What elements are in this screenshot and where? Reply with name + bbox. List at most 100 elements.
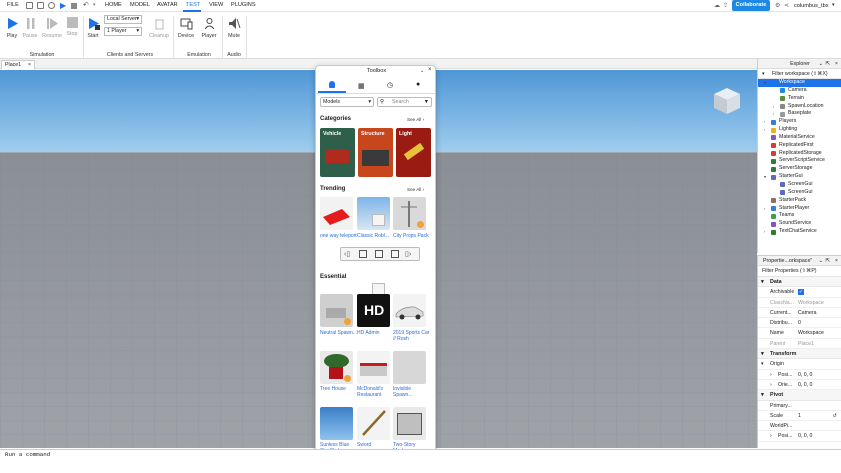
filter-icon[interactable]: ▼	[424, 98, 429, 106]
collapse-chevron-icon[interactable]: ›	[764, 118, 765, 126]
explorer-item[interactable]: Teams	[758, 212, 841, 220]
asset-thumbnail[interactable]: HD	[357, 294, 390, 327]
category-structure[interactable]: Structure	[358, 128, 393, 177]
expand-chevron-icon[interactable]: ▾	[764, 173, 766, 181]
collapse-chevron-icon[interactable]: ›	[773, 103, 774, 111]
asset-name[interactable]: 2019 Sports Car // Rosh	[393, 330, 431, 342]
explorer-filter-input[interactable]: ▾ Filter workspace (⇧⌘X)	[758, 69, 841, 79]
stop-small-icon[interactable]	[71, 3, 77, 9]
resume-button[interactable]: Resume	[40, 17, 64, 39]
property-row[interactable]: Parent Place1	[758, 339, 841, 350]
pause-button[interactable]: Pause	[21, 17, 39, 39]
asset-thumbnail[interactable]	[320, 294, 353, 327]
expand-chevron-icon[interactable]: ›	[770, 431, 772, 441]
asset-thumbnail[interactable]	[357, 351, 390, 384]
cleanup-button[interactable]: Cleanup	[146, 17, 172, 39]
close-icon[interactable]: ×	[835, 256, 838, 266]
property-row[interactable]: ClassNa... Workspace	[758, 298, 841, 308]
explorer-item[interactable]: SoundService	[758, 220, 841, 228]
mute-button[interactable]: Mute	[225, 17, 243, 39]
property-row[interactable]: › Posi... 0, 0, 0	[758, 370, 841, 380]
category-vehicle[interactable]: Vehicle	[320, 128, 355, 177]
expand-chevron-icon[interactable]: ›	[770, 380, 772, 390]
explorer-item[interactable]: ServerStorage	[758, 165, 841, 173]
settings-icon[interactable]: ⚙	[775, 2, 780, 9]
stop-button[interactable]: Stop	[64, 17, 80, 37]
share-icon[interactable]: ⇪	[723, 2, 728, 9]
asset-thumbnail[interactable]	[357, 407, 390, 440]
cursor-icon[interactable]	[48, 2, 55, 9]
property-row[interactable]: › Posi... 0, 0, 0	[758, 431, 841, 442]
share-network-icon[interactable]: ⋖	[784, 2, 789, 9]
menu-test[interactable]: TEST	[186, 2, 200, 8]
property-row[interactable]: Distribu... 0	[758, 318, 841, 329]
player-button[interactable]: Player	[200, 17, 218, 39]
asset-thumbnail[interactable]	[393, 351, 426, 384]
popout-icon[interactable]: ⇱	[826, 59, 830, 69]
asset-name[interactable]: HD Admin	[357, 330, 395, 336]
property-row[interactable]: Name Workspace	[758, 328, 841, 339]
explorer-item[interactable]: ReplicatedFirst	[758, 142, 841, 150]
search-input[interactable]: ⚲ Search ▼	[377, 97, 432, 107]
property-value[interactable]: 0, 0, 0	[798, 431, 812, 441]
menu-view[interactable]: VIEW	[209, 2, 223, 8]
tab-place1[interactable]: Place1 ×	[1, 60, 35, 69]
explorer-item[interactable]: ▾ StarterGui	[758, 173, 841, 181]
see-all-categories[interactable]: See All ›	[407, 117, 424, 122]
expand-chevron-icon[interactable]: ▾	[764, 79, 766, 87]
explorer-item[interactable]: Terrain	[758, 95, 841, 103]
close-icon[interactable]: ×	[428, 67, 432, 73]
category-transform[interactable]: ▾ Transform	[758, 349, 841, 360]
close-icon[interactable]: ×	[835, 59, 838, 69]
property-value[interactable]: Place1	[798, 339, 814, 349]
explorer-item[interactable]: › Baseplate	[758, 110, 841, 118]
collapse-chevron-icon[interactable]: ›	[764, 205, 765, 213]
category-pivot[interactable]: ▾ Pivot	[758, 390, 841, 401]
category-dropdown[interactable]: Models ▾	[320, 97, 374, 107]
explorer-item[interactable]: › Players	[758, 118, 841, 126]
explorer-item[interactable]: Camera	[758, 87, 841, 95]
collapse-chevron-icon[interactable]: ›	[773, 110, 774, 118]
property-row[interactable]: › Orie... 0, 0, 0	[758, 380, 841, 391]
popout-icon[interactable]: ⇱	[826, 256, 830, 266]
new-file-icon[interactable]	[26, 2, 33, 9]
asset-name[interactable]: Tree House	[320, 386, 358, 392]
asset-name[interactable]: Classic Robl...	[357, 233, 395, 239]
dock-guide-center[interactable]: ‹▯ ▯›	[340, 247, 420, 261]
more-chevron-icon[interactable]: ▾	[93, 2, 96, 8]
collapse-chevron-icon[interactable]: ⌄	[819, 256, 823, 266]
explorer-item[interactable]: StarterPack	[758, 197, 841, 205]
asset-name[interactable]: McDonald's Restaurant	[357, 386, 395, 398]
asset-thumbnail[interactable]	[320, 351, 353, 384]
tab-marketplace[interactable]	[318, 78, 346, 93]
cloud-icon[interactable]: ☁	[714, 2, 720, 9]
start-button[interactable]: Start	[85, 17, 101, 39]
tab-inventory[interactable]: ▦	[347, 78, 375, 93]
property-row[interactable]: Scale 1 ↺	[758, 411, 841, 422]
close-icon[interactable]: ×	[28, 61, 31, 69]
property-origin[interactable]: ▾ Origin	[758, 359, 841, 370]
property-row[interactable]: Primary...	[758, 401, 841, 411]
explorer-item[interactable]: › StarterPlayer	[758, 205, 841, 213]
menu-home[interactable]: HOME	[105, 2, 122, 8]
asset-thumbnail[interactable]	[393, 294, 426, 327]
menu-plugins[interactable]: PLUGINS	[231, 2, 256, 8]
properties-filter-input[interactable]: Filter Properties (⇧⌘P)	[758, 266, 841, 277]
explorer-item[interactable]: › SpawnLocation	[758, 103, 841, 111]
collapse-chevron-icon[interactable]: ›	[764, 126, 765, 134]
open-file-icon[interactable]	[37, 2, 44, 9]
asset-name[interactable]: Invisible Spawn...	[393, 386, 431, 398]
command-bar[interactable]: Run a command	[0, 449, 841, 459]
view-cube-icon[interactable]	[712, 86, 742, 116]
menu-file[interactable]: FILE	[7, 2, 19, 8]
server-select[interactable]: Local Server ▾	[104, 15, 142, 24]
archivable-checkbox[interactable]: ✓	[798, 289, 804, 296]
reset-icon[interactable]: ↺	[833, 411, 837, 421]
undo-icon[interactable]: ↶	[83, 1, 89, 9]
menu-avatar[interactable]: AVATAR	[157, 2, 178, 8]
device-button[interactable]: Device	[176, 17, 196, 39]
menu-model[interactable]: MODEL	[130, 2, 150, 8]
see-all-trending[interactable]: See All ›	[407, 187, 424, 192]
explorer-item[interactable]: ScreenGui	[758, 189, 841, 197]
property-value[interactable]: 0, 0, 0	[798, 370, 812, 380]
